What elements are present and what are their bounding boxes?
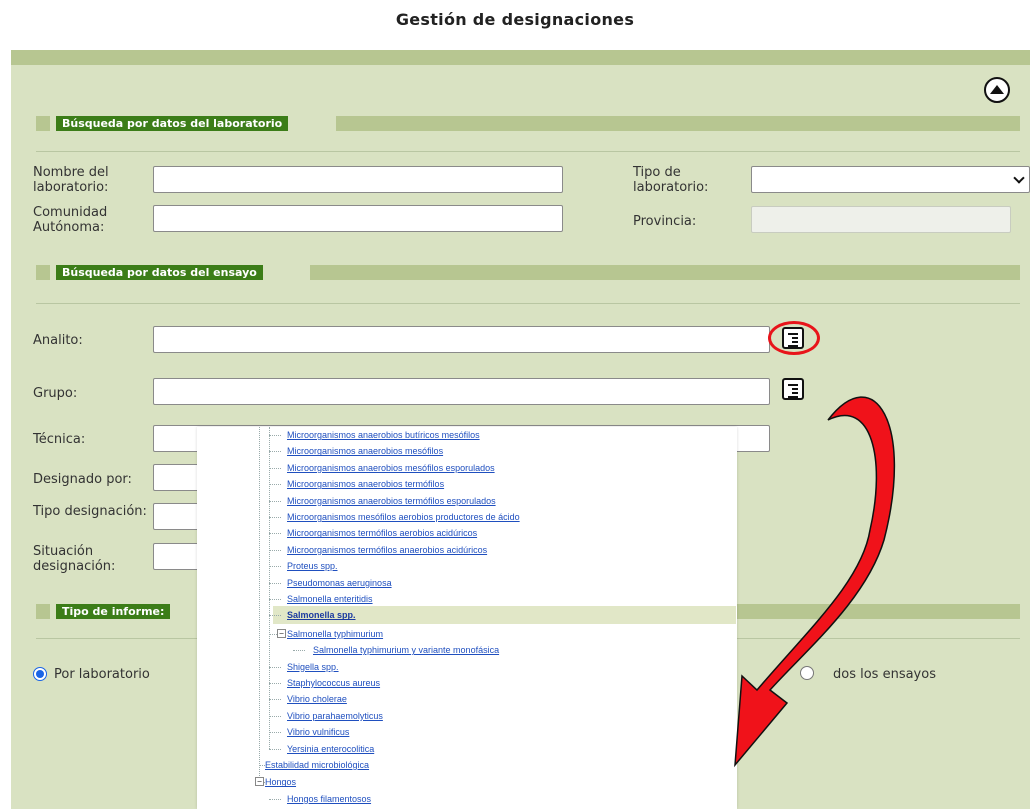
provincia-input[interactable] [751,206,1011,233]
grupo-tree-list-icon[interactable] [782,378,804,400]
tree-connector [269,732,281,734]
tree-connector [269,683,281,684]
tree-expander-icon[interactable]: − [277,628,286,638]
tree-connector [269,533,281,535]
grupo-label: Grupo: [33,386,78,401]
tree-item[interactable]: Shigella spp. [287,659,339,675]
tree-item[interactable]: Estabilidad microbiológica [265,757,369,773]
tree-item[interactable]: Hongos filamentosos [287,791,371,807]
tree-item[interactable]: Vibrio parahaemolyticus [287,708,383,724]
chevron-down-icon [1013,172,1025,184]
tree-expander-icon[interactable]: − [255,777,264,787]
tree-connector [269,435,281,436]
designado-por-label: Designado por: [33,472,132,487]
lab-section-header: Búsqueda por datos del laboratorio [36,116,1020,131]
tree-connector [259,427,260,783]
tree-connector [293,650,305,652]
tecnica-label: Técnica: [33,432,86,447]
nombre-laboratorio-input[interactable] [153,166,563,193]
red-ellipse-highlight [768,321,820,355]
tree-connector [269,484,281,486]
comunidad-autonoma-input[interactable] [153,205,563,232]
lab-section-title: Búsqueda por datos del laboratorio [56,116,289,131]
tree-item[interactable]: Hongos [265,774,296,790]
tree-connector [269,715,281,717]
tree-item[interactable]: Microorganismos termófilos aerobios acid… [287,525,477,541]
tree-item[interactable]: Salmonella spp. [287,607,356,623]
provincia-label: Provincia: [633,214,697,229]
tree-connector [269,599,281,600]
tree-connector [269,615,281,617]
tree-item[interactable]: Yersinia enterocolitica [287,741,374,757]
ensayo-section-separator [36,303,1020,304]
grupo-input[interactable] [153,378,770,405]
radio-por-laboratorio[interactable] [33,667,47,681]
tree-list: Microorganismos anaerobios butíricos mes… [249,427,736,809]
tree-connector [269,748,281,750]
tree-item[interactable]: Pseudomonas aeruginosa [287,575,392,591]
nombre-label: Nombre del laboratorio: [33,165,109,195]
ensayo-section-title: Búsqueda por datos del ensayo [56,265,263,280]
tipo-laboratorio-label: Tipo de laboratorio: [633,165,709,195]
tree-item[interactable]: Microorganismos anaerobios termófilos es… [287,493,496,509]
tree-connector [269,451,281,453]
tree-item[interactable]: Proteus spp. [287,558,338,574]
tree-item[interactable]: Microorganismos termófilos anaerobios ac… [287,542,487,558]
collapse-up-icon[interactable] [984,77,1010,103]
tree-item[interactable]: Microorganismos mesófilos aerobios produ… [287,509,520,525]
tree-connector [269,699,281,701]
lab-section-separator [36,151,1020,152]
panel-top-bar [11,50,1030,65]
tipo-laboratorio-select[interactable] [751,166,1030,193]
tree-connector [269,566,281,568]
radio-por-laboratorio-label: Por laboratorio [54,667,150,682]
analito-input[interactable] [153,326,770,353]
tree-connector [269,517,281,518]
tree-item[interactable]: Microorganismos anaerobios butíricos mes… [287,427,480,443]
tree-item[interactable]: Microorganismos anaerobios termófilos [287,476,444,492]
analito-label: Analito: [33,333,83,348]
comunidad-label: Comunidad Autónoma: [33,205,108,235]
tree-item[interactable]: Vibrio vulnificus [287,724,349,740]
page-title: Gestión de designaciones [395,10,635,29]
tree-connector [269,500,281,502]
tree-connector [269,666,281,668]
radio-todos-los-ensayos-label: dos los ensayos [833,667,936,682]
tree-connector [269,549,281,551]
tree-item[interactable]: Salmonella typhimurium y variante monofá… [313,642,499,658]
tree-item[interactable]: Vibrio cholerae [287,691,347,707]
tipo-designacion-label: Tipo designación: [33,504,147,519]
analito-tree-popup: Microorganismos anaerobios butíricos mes… [197,427,737,809]
situacion-designacion-label: Situación designación: [33,544,116,574]
tree-item[interactable]: Microorganismos anaerobios mesófilos [287,443,443,459]
tree-item[interactable]: Salmonella enteritidis [287,591,373,607]
radio-todos-los-ensayos[interactable] [800,666,814,680]
ensayo-section-header: Búsqueda por datos del ensayo [36,265,1020,280]
tree-item[interactable]: Staphylococcus aureus [287,675,380,691]
tree-item[interactable]: Microorganismos anaerobios mesófilos esp… [287,460,495,476]
tree-connector [269,798,281,800]
tree-item[interactable]: Salmonella typhimurium [287,626,383,642]
tree-connector [269,467,281,469]
tree-connector [269,582,281,584]
informe-section-title: Tipo de informe: [56,604,171,619]
